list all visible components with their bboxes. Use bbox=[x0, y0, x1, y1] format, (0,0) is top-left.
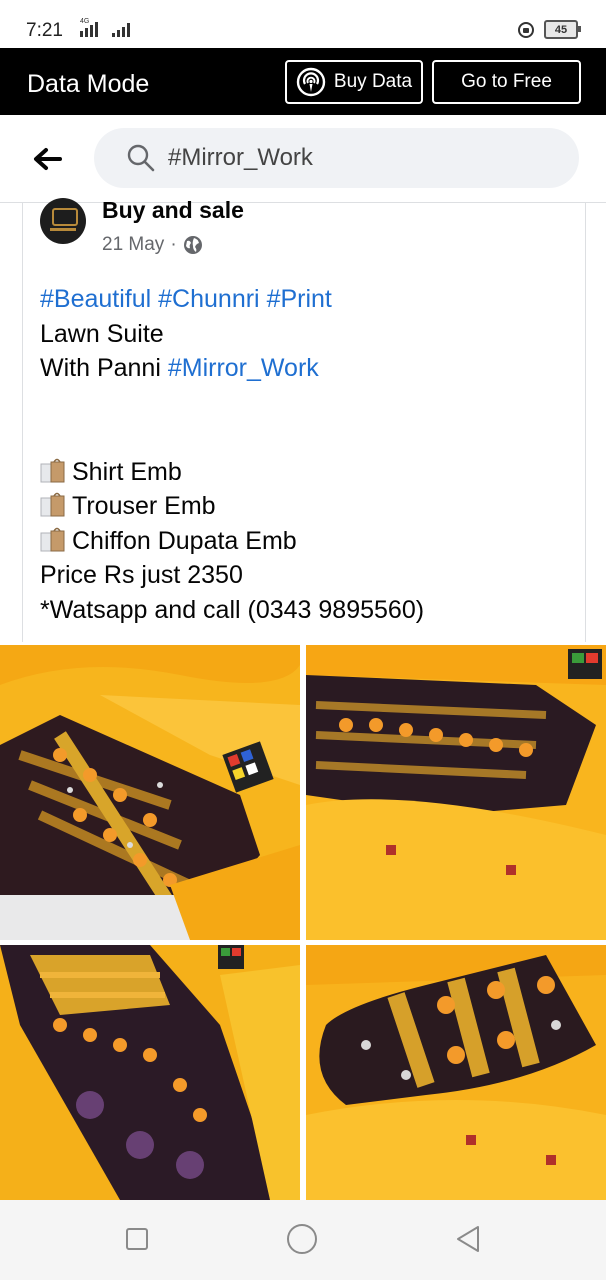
post-line-hashtags: #Beautiful #Chunnri #Print bbox=[40, 282, 424, 317]
battery-icon: 45 bbox=[544, 20, 581, 39]
post-item: Shirt Emb bbox=[40, 455, 424, 490]
shopping-bag-icon bbox=[40, 490, 66, 518]
back-arrow-icon[interactable] bbox=[30, 142, 64, 176]
hashtag-link[interactable]: #Chunnri bbox=[158, 285, 259, 313]
system-nav-bar bbox=[0, 1200, 606, 1280]
post-body: #Beautiful #Chunnri #Print Lawn Suite Wi… bbox=[40, 282, 424, 627]
post-item-label: Trouser Emb bbox=[72, 492, 216, 520]
search-header: #Mirror_Work bbox=[0, 115, 606, 203]
post-photo[interactable] bbox=[306, 945, 606, 1200]
meta-separator: · bbox=[170, 234, 177, 255]
home-icon[interactable] bbox=[287, 1224, 317, 1254]
data-mode-bar: Data Mode Buy Data Go to Free bbox=[0, 48, 606, 115]
buy-data-button[interactable]: Buy Data bbox=[285, 60, 423, 104]
rotation-lock-icon bbox=[518, 21, 534, 38]
post-item-label: Shirt Emb bbox=[72, 457, 182, 486]
contact-line: *Watsapp and call (0343 9895560) bbox=[40, 595, 425, 624]
post-item: Chiffon Dupata Emb bbox=[40, 524, 424, 559]
search-query: #Mirror_Work bbox=[168, 144, 313, 171]
shopping-bag-icon bbox=[40, 456, 66, 484]
go-to-free-button[interactable]: Go to Free bbox=[432, 60, 581, 104]
post-line-text: With Panni bbox=[40, 354, 168, 382]
broadcast-icon bbox=[296, 67, 326, 97]
shopping-bag-icon bbox=[40, 525, 66, 553]
post-photo[interactable] bbox=[0, 945, 300, 1200]
status-bar: 7:21 4G 45 bbox=[0, 0, 606, 48]
go-to-free-label: Go to Free bbox=[461, 71, 552, 92]
post-meta: 21 May · bbox=[102, 234, 203, 256]
price-line: Price Rs just 2350 bbox=[40, 561, 243, 589]
post-photo[interactable] bbox=[0, 645, 300, 940]
status-time: 7:21 bbox=[26, 20, 63, 41]
data-mode-title: Data Mode bbox=[27, 70, 150, 98]
post-line: With Panni #Mirror_Work bbox=[40, 351, 424, 386]
hashtag-link[interactable]: #Beautiful bbox=[40, 285, 151, 313]
recent-apps-icon[interactable] bbox=[126, 1228, 148, 1250]
network-label: 4G bbox=[80, 18, 90, 25]
search-icon bbox=[127, 144, 155, 172]
status-right: 45 bbox=[518, 20, 581, 39]
post-date[interactable]: 21 May bbox=[102, 234, 164, 256]
post-item-label: Chiffon Dupata Emb bbox=[72, 526, 297, 555]
post-item: Trouser Emb bbox=[40, 489, 424, 524]
search-input[interactable]: #Mirror_Work bbox=[94, 128, 579, 188]
post-photo[interactable] bbox=[306, 645, 606, 940]
hashtag-link[interactable]: #Mirror_Work bbox=[168, 354, 319, 382]
post-line: Lawn Suite bbox=[40, 319, 164, 348]
globe-icon bbox=[183, 236, 202, 254]
avatar[interactable] bbox=[40, 198, 86, 244]
photo-grid bbox=[0, 645, 606, 1200]
post-author[interactable]: Buy and sale bbox=[102, 197, 244, 224]
buy-data-label: Buy Data bbox=[333, 71, 413, 92]
back-icon[interactable] bbox=[455, 1225, 481, 1253]
signal-icon: 4G bbox=[80, 18, 130, 37]
hashtag-link[interactable]: #Print bbox=[267, 285, 332, 313]
